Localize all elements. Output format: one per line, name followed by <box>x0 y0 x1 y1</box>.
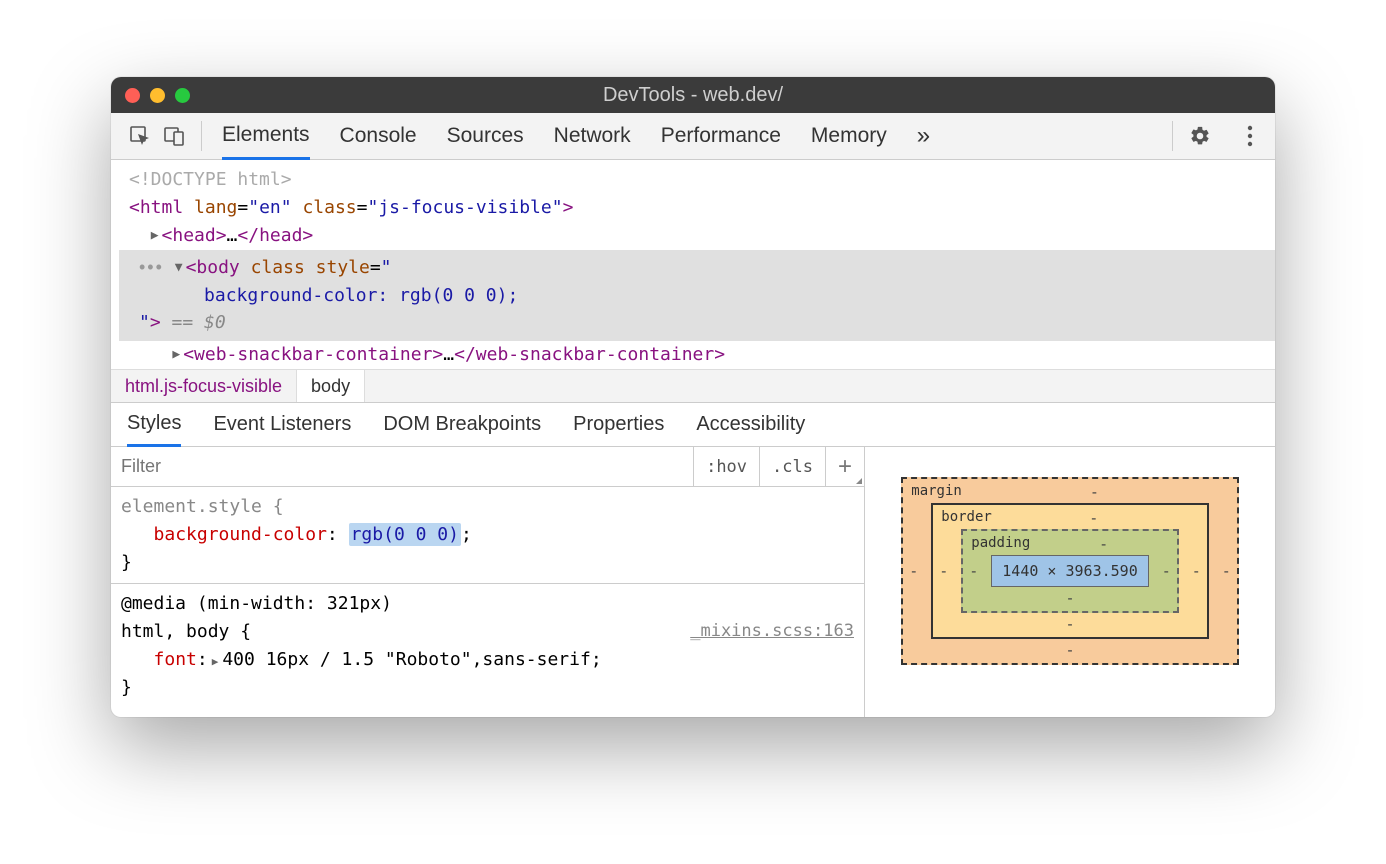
crumb-body[interactable]: body <box>296 370 365 402</box>
dom-snackbar[interactable]: ▶<web-snackbar-container>…</web-snackbar… <box>119 341 1275 369</box>
tab-console[interactable]: Console <box>340 113 417 159</box>
filter-row: :hov .cls + <box>111 447 864 487</box>
tab-memory[interactable]: Memory <box>811 113 887 159</box>
close-window-button[interactable] <box>125 88 140 103</box>
tab-properties[interactable]: Properties <box>573 403 664 446</box>
kebab-menu-icon[interactable] <box>1233 119 1267 153</box>
window-title: DevTools - web.dev/ <box>111 84 1275 107</box>
breadcrumb: html.js-focus-visible body <box>111 369 1275 403</box>
box-model-border[interactable]: border - - - - padding - - - - 1440 × 39… <box>931 503 1208 639</box>
dom-head[interactable]: ▶<head>…</head> <box>119 222 1275 250</box>
device-toggle-icon[interactable] <box>157 119 191 153</box>
tab-accessibility[interactable]: Accessibility <box>696 403 805 446</box>
crumb-html[interactable]: html.js-focus-visible <box>111 370 296 402</box>
rule-media[interactable]: @media (min-width: 321px) html, body {_m… <box>111 584 864 708</box>
styles-column: :hov .cls + element.style { background-c… <box>111 447 865 717</box>
main-toolbar: Elements Console Sources Network Perform… <box>111 113 1275 160</box>
dom-body-close: "> == $0 <box>129 309 1265 337</box>
toolbar-divider <box>1172 121 1173 151</box>
box-model-padding[interactable]: padding - - - - 1440 × 3963.590 <box>961 529 1178 613</box>
box-model-margin[interactable]: margin - - - - border - - - - padding - <box>901 477 1238 665</box>
zoom-window-button[interactable] <box>175 88 190 103</box>
add-rule-button[interactable]: + <box>825 447 864 486</box>
inspect-element-icon[interactable] <box>123 119 157 153</box>
rule-source-link[interactable]: _mixins.scss:163 <box>690 618 854 644</box>
panel-tabs: Elements Console Sources Network Perform… <box>222 113 930 159</box>
cls-toggle[interactable]: .cls <box>759 447 825 486</box>
traffic-lights <box>125 88 190 103</box>
styles-pane: :hov .cls + element.style { background-c… <box>111 447 1275 717</box>
dom-body-style: background-color: rgb(0 0 0); <box>129 282 1265 310</box>
tab-styles[interactable]: Styles <box>127 404 181 447</box>
box-model-content[interactable]: 1440 × 3963.590 <box>991 555 1148 587</box>
tab-dom-breakpoints[interactable]: DOM Breakpoints <box>383 403 541 446</box>
dom-tree[interactable]: <!DOCTYPE html> <html lang="en" class="j… <box>111 160 1275 369</box>
hov-toggle[interactable]: :hov <box>693 447 759 486</box>
styles-filter-input[interactable] <box>111 447 693 486</box>
settings-gear-icon[interactable] <box>1183 119 1217 153</box>
dom-body-open: ••• ▼<body class style=" <box>129 254 1265 282</box>
titlebar: DevTools - web.dev/ <box>111 77 1275 113</box>
toolbar-divider <box>201 121 202 151</box>
sidebar-tabs: Styles Event Listeners DOM Breakpoints P… <box>111 403 1275 447</box>
more-tabs-button[interactable]: » <box>917 113 930 159</box>
tab-network[interactable]: Network <box>554 113 631 159</box>
dom-html-open[interactable]: <html lang="en" class="js-focus-visible"… <box>119 194 1275 222</box>
tab-elements[interactable]: Elements <box>222 114 310 160</box>
tab-performance[interactable]: Performance <box>661 113 781 159</box>
minimize-window-button[interactable] <box>150 88 165 103</box>
tab-event-listeners[interactable]: Event Listeners <box>213 403 351 446</box>
box-model: margin - - - - border - - - - padding - <box>865 447 1275 717</box>
dom-body-selected[interactable]: ••• ▼<body class style=" background-colo… <box>119 250 1275 342</box>
devtools-window: DevTools - web.dev/ Elements Console Sou… <box>111 77 1275 717</box>
dom-doctype[interactable]: <!DOCTYPE html> <box>119 166 1275 194</box>
tab-sources[interactable]: Sources <box>447 113 524 159</box>
rule-element-style[interactable]: element.style { background-color: rgb(0 … <box>111 487 864 584</box>
